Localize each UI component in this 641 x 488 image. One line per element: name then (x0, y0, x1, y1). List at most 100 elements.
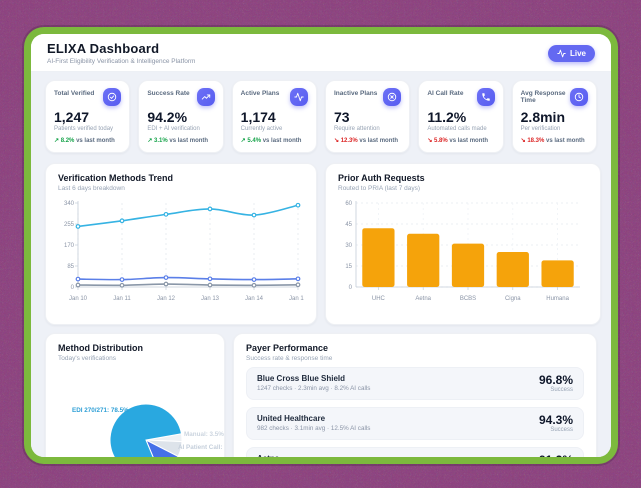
trend-down-icon: ↘ (334, 138, 339, 144)
kpi-value: 73 (334, 109, 401, 125)
svg-text:255: 255 (64, 222, 75, 228)
kpi-card-ai-call-rate: AI Call Rate 11.2% Automated calls made … (418, 80, 503, 153)
trend-down-icon: ↘ (521, 138, 526, 144)
kpi-label: AI Call Rate (427, 88, 463, 97)
payer-name: United Healthcare (257, 414, 370, 423)
chart-subtitle: Routed to PRIA (last 7 days) (338, 185, 588, 192)
charts-row: Verification Methods Trend Last 6 days b… (45, 163, 597, 325)
kpi-value: 11.2% (427, 109, 494, 125)
payer-performance-card: Payer Performance Success rate & respons… (233, 333, 597, 457)
dashboard-header: ELIXA Dashboard AI-First Eligibility Ver… (31, 34, 611, 72)
svg-text:15: 15 (345, 264, 352, 270)
phone-icon (477, 88, 495, 106)
prior-auth-requests-card: Prior Auth Requests Routed to PRIA (last… (325, 163, 601, 325)
svg-text:Jan 14: Jan 14 (245, 296, 264, 302)
svg-text:Cigna: Cigna (505, 296, 521, 302)
pie-label-manual: Manual: 3.5% (184, 431, 224, 438)
panel-title: Payer Performance (246, 343, 584, 353)
panel-subtitle: Success rate & response time (246, 355, 584, 362)
svg-text:170: 170 (64, 243, 75, 249)
payer-meta: 1247 checks · 2.3min avg · 8.2% AI calls (257, 385, 370, 392)
method-distribution-card: Method Distribution Today's verification… (45, 333, 225, 457)
kpi-trend: ↗ 3.1% vs last month (147, 137, 214, 144)
trending-up-icon (197, 88, 215, 106)
kpi-label: Success Rate (147, 88, 189, 97)
trend-up-icon: ↗ (147, 138, 152, 144)
header-title-block: ELIXA Dashboard AI-First Eligibility Ver… (47, 41, 195, 65)
x-circle-icon (383, 88, 401, 106)
pie-chart-area: EDI 270/271: 78.5% Manual: 3.5% AI Patie… (58, 365, 212, 457)
svg-text:Aetna: Aetna (415, 296, 431, 302)
kpi-trend: ↗ 5.4% vs last month (241, 137, 308, 144)
kpi-card-active-plans: Active Plans 1,174 Currently active ↗ 5.… (232, 80, 317, 153)
svg-text:Jan 10: Jan 10 (69, 296, 88, 302)
kpi-sub: Automated calls made (427, 126, 494, 132)
kpi-trend: ↘ 18.3% vs last month (521, 137, 588, 144)
payer-name: Aetna (257, 454, 370, 457)
line-chart: Jan 10Jan 11Jan 12Jan 13Jan 14Jan 150851… (58, 195, 304, 313)
kpi-sub: EDI + AI verification (147, 126, 214, 132)
svg-text:0: 0 (71, 285, 75, 291)
kpi-value: 1,174 (241, 109, 308, 125)
check-circle-icon (103, 88, 121, 106)
payer-row-bcbs[interactable]: Blue Cross Blue Shield 1247 checks · 2.3m… (246, 367, 584, 400)
svg-text:BCBS: BCBS (460, 296, 476, 302)
kpi-row: Total Verified 1,247 Patients verified t… (45, 80, 597, 153)
kpi-card-inactive-plans: Inactive Plans 73 Require attention ↘ 12… (325, 80, 410, 153)
live-label: Live (570, 49, 586, 58)
trend-down-icon: ↘ (427, 138, 432, 144)
chart-subtitle: Last 6 days breakdown (58, 185, 304, 192)
bottom-row: Method Distribution Today's verification… (45, 333, 597, 457)
kpi-value: 2.8min (521, 109, 588, 125)
chart-title: Method Distribution (58, 343, 212, 353)
kpi-trend: ↘ 12.3% vs last month (334, 137, 401, 144)
kpi-label: Avg Response Time (521, 88, 570, 104)
svg-text:Jan 11: Jan 11 (113, 296, 131, 302)
pie-label-edi: EDI 270/271: 78.5% (72, 407, 129, 414)
kpi-value: 94.2% (147, 109, 214, 125)
kpi-sub: Patients verified today (54, 126, 121, 132)
live-status-button[interactable]: Live (548, 45, 595, 62)
activity-icon (290, 88, 308, 106)
chart-title: Verification Methods Trend (58, 173, 304, 183)
svg-text:340: 340 (64, 201, 75, 207)
kpi-card-success-rate: Success Rate 94.2% EDI + AI verification… (138, 80, 223, 153)
kpi-sub: Per verification (521, 126, 588, 132)
svg-text:45: 45 (345, 222, 352, 228)
svg-text:30: 30 (345, 243, 352, 249)
kpi-card-avg-response-time: Avg Response Time 2.8min Per verificatio… (512, 80, 597, 153)
svg-text:Jan 15: Jan 15 (289, 296, 304, 302)
payer-name: Blue Cross Blue Shield (257, 374, 370, 383)
success-rate-value: 94.3% (539, 413, 573, 427)
success-rate-value: 96.8% (539, 373, 573, 387)
svg-text:0: 0 (349, 285, 353, 291)
success-rate-value: 91.2% (539, 453, 573, 457)
svg-text:60: 60 (345, 201, 352, 207)
kpi-label: Active Plans (241, 88, 280, 97)
kpi-value: 1,247 (54, 109, 121, 125)
trend-up-icon: ↗ (54, 138, 59, 144)
payer-meta: 982 checks · 3.1min avg · 12.5% AI calls (257, 425, 370, 432)
payer-row-united-healthcare[interactable]: United Healthcare 982 checks · 3.1min avg… (246, 407, 584, 440)
verification-methods-trend-card: Verification Methods Trend Last 6 days b… (45, 163, 317, 325)
kpi-sub: Currently active (241, 126, 308, 132)
svg-text:Jan 13: Jan 13 (201, 296, 220, 302)
payer-rows: Blue Cross Blue Shield 1247 checks · 2.3m… (246, 367, 584, 457)
svg-text:UHC: UHC (372, 296, 386, 302)
payer-row-aetna[interactable]: Aetna876 checks · 3.8min avg · 15.3% AI … (246, 447, 584, 457)
chart-subtitle: Today's verifications (58, 355, 212, 362)
page-title: ELIXA Dashboard (47, 41, 195, 56)
device-frame: ELIXA Dashboard AI-First Eligibility Ver… (24, 27, 618, 464)
activity-icon (557, 49, 566, 58)
pie-label-ai-patient-call: AI Patient Call: 6.8% (178, 444, 225, 451)
kpi-trend: ↗ 8.2% vs last month (54, 137, 121, 144)
svg-text:Jan 12: Jan 12 (157, 296, 176, 302)
elixa-dashboard-window: ELIXA Dashboard AI-First Eligibility Ver… (31, 34, 611, 457)
trend-up-icon: ↗ (241, 138, 246, 144)
kpi-label: Total Verified (54, 88, 94, 97)
dashboard-content: Total Verified 1,247 Patients verified t… (31, 72, 611, 457)
bar-chart: 015304560UHCAetnaBCBSCignaHumana (338, 195, 588, 313)
clock-icon (570, 88, 588, 106)
kpi-sub: Require attention (334, 126, 401, 132)
success-label: Success (539, 387, 573, 393)
